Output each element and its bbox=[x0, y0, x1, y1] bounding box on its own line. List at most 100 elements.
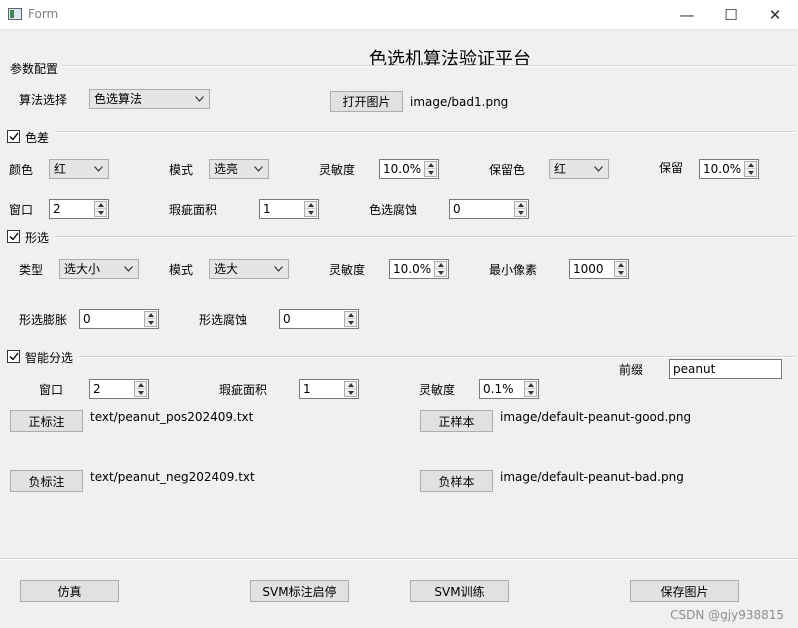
erosion-value: 0 bbox=[453, 202, 461, 216]
chevron-down-icon bbox=[92, 161, 104, 177]
dilate-spinbox[interactable]: 0 bbox=[79, 309, 159, 329]
check-icon bbox=[9, 352, 19, 361]
spin-up-icon[interactable] bbox=[615, 262, 626, 269]
spin-down-icon[interactable] bbox=[615, 269, 626, 276]
maximize-button[interactable]: ☐ bbox=[708, 0, 754, 30]
algorithm-label: 算法选择 bbox=[19, 93, 68, 107]
shape-mode-label: 模式 bbox=[169, 263, 194, 277]
shape-group-label: 形选 bbox=[25, 229, 53, 246]
chevron-down-icon bbox=[122, 261, 134, 277]
spin-down-icon[interactable] bbox=[135, 389, 146, 396]
min-pixel-spinbox[interactable]: 1000 bbox=[569, 259, 629, 279]
spin-down-icon[interactable] bbox=[95, 209, 106, 216]
dilate-value: 0 bbox=[83, 312, 91, 326]
chevron-down-icon bbox=[193, 91, 205, 107]
title-bar: Form — ☐ ✕ bbox=[0, 0, 798, 30]
close-icon: ✕ bbox=[768, 6, 782, 24]
open-image-button[interactable]: 打开图片 bbox=[330, 91, 403, 112]
erode-value: 0 bbox=[283, 312, 291, 326]
image-path: image/bad1.png bbox=[410, 95, 509, 109]
spin-up-icon[interactable] bbox=[425, 162, 436, 169]
spin-up-icon[interactable] bbox=[145, 312, 156, 319]
spin-up-icon[interactable] bbox=[305, 202, 316, 209]
mode-select[interactable]: 选亮 bbox=[209, 159, 269, 179]
chevron-down-icon bbox=[272, 261, 284, 277]
keep-spinbox[interactable]: 10.0% bbox=[699, 159, 759, 179]
color-diff-checkbox[interactable] bbox=[7, 130, 20, 143]
save-image-button[interactable]: 保存图片 bbox=[630, 580, 739, 602]
color-select-value: 红 bbox=[54, 162, 67, 176]
spin-down-icon[interactable] bbox=[345, 389, 356, 396]
neg-sample-button[interactable]: 负样本 bbox=[420, 470, 493, 492]
shape-mode-select-value: 选大 bbox=[214, 262, 239, 276]
keep-label: 保留 bbox=[659, 161, 684, 175]
prefix-input[interactable] bbox=[669, 359, 782, 379]
neg-label-button[interactable]: 负标注 bbox=[10, 470, 83, 492]
mode-select-value: 选亮 bbox=[214, 162, 239, 176]
smart-group-label: 智能分选 bbox=[25, 349, 77, 366]
prefix-label: 前缀 bbox=[619, 363, 644, 377]
smart-defect-area-spinbox[interactable]: 1 bbox=[299, 379, 359, 399]
pos-label-button[interactable]: 正标注 bbox=[10, 410, 83, 432]
type-select[interactable]: 选大小 bbox=[59, 259, 139, 279]
spin-up-icon[interactable] bbox=[95, 202, 106, 209]
shape-sensitivity-value: 10.0% bbox=[393, 262, 432, 276]
simulate-button[interactable]: 仿真 bbox=[20, 580, 119, 602]
spin-up-icon[interactable] bbox=[135, 382, 146, 389]
window-spinbox[interactable]: 2 bbox=[49, 199, 109, 219]
spin-down-icon[interactable] bbox=[515, 209, 526, 216]
shape-sensitivity-label: 灵敏度 bbox=[329, 263, 366, 277]
minimize-button[interactable]: — bbox=[664, 0, 710, 30]
close-button[interactable]: ✕ bbox=[752, 0, 798, 30]
sensitivity-spinbox[interactable]: 10.0% bbox=[379, 159, 439, 179]
shape-mode-select[interactable]: 选大 bbox=[209, 259, 289, 279]
pos-label-path: text/peanut_pos202409.txt bbox=[90, 410, 254, 424]
shape-sensitivity-spinbox[interactable]: 10.0% bbox=[389, 259, 449, 279]
type-label: 类型 bbox=[19, 263, 44, 277]
chevron-down-icon bbox=[252, 161, 264, 177]
window-label: 窗口 bbox=[9, 203, 34, 217]
color-select[interactable]: 红 bbox=[49, 159, 109, 179]
type-select-value: 选大小 bbox=[64, 262, 101, 276]
smart-window-label: 窗口 bbox=[39, 383, 64, 397]
spin-down-icon[interactable] bbox=[305, 209, 316, 216]
spin-up-icon[interactable] bbox=[525, 382, 536, 389]
spin-up-icon[interactable] bbox=[345, 382, 356, 389]
smart-divider bbox=[78, 356, 796, 358]
chevron-down-icon bbox=[592, 161, 604, 177]
keep-color-select[interactable]: 红 bbox=[549, 159, 609, 179]
maximize-icon: ☐ bbox=[724, 6, 738, 24]
svm-label-toggle-button[interactable]: SVM标注启停 bbox=[250, 580, 349, 602]
shape-checkbox[interactable] bbox=[7, 230, 20, 243]
spin-down-icon[interactable] bbox=[345, 319, 356, 326]
smart-window-spinbox[interactable]: 2 bbox=[89, 379, 149, 399]
watermark: CSDN @gjy938815 bbox=[670, 608, 784, 622]
smart-checkbox[interactable] bbox=[7, 350, 20, 363]
spin-up-icon[interactable] bbox=[515, 202, 526, 209]
check-icon bbox=[9, 132, 19, 141]
spin-down-icon[interactable] bbox=[145, 319, 156, 326]
erosion-spinbox[interactable]: 0 bbox=[449, 199, 529, 219]
spin-up-icon[interactable] bbox=[435, 262, 446, 269]
spin-down-icon[interactable] bbox=[435, 269, 446, 276]
color-diff-group-label: 色差 bbox=[25, 129, 53, 146]
params-divider bbox=[60, 65, 796, 67]
pos-sample-button[interactable]: 正样本 bbox=[420, 410, 493, 432]
color-label: 颜色 bbox=[9, 163, 34, 177]
color-diff-divider bbox=[54, 131, 796, 133]
smart-sensitivity-spinbox[interactable]: 0.1% bbox=[479, 379, 539, 399]
params-group-label: 参数配置 bbox=[10, 60, 62, 77]
window-title: Form bbox=[28, 7, 59, 21]
spin-up-icon[interactable] bbox=[745, 162, 756, 169]
algorithm-select[interactable]: 色选算法 bbox=[89, 89, 210, 109]
spin-down-icon[interactable] bbox=[525, 389, 536, 396]
spin-up-icon[interactable] bbox=[345, 312, 356, 319]
pos-sample-path: image/default-peanut-good.png bbox=[500, 410, 692, 424]
erode-spinbox[interactable]: 0 bbox=[279, 309, 359, 329]
spin-down-icon[interactable] bbox=[425, 169, 436, 176]
svm-train-button[interactable]: SVM训练 bbox=[410, 580, 509, 602]
spin-down-icon[interactable] bbox=[745, 169, 756, 176]
defect-area-value: 1 bbox=[263, 202, 271, 216]
defect-area-spinbox[interactable]: 1 bbox=[259, 199, 319, 219]
keep-color-label: 保留色 bbox=[489, 163, 526, 177]
